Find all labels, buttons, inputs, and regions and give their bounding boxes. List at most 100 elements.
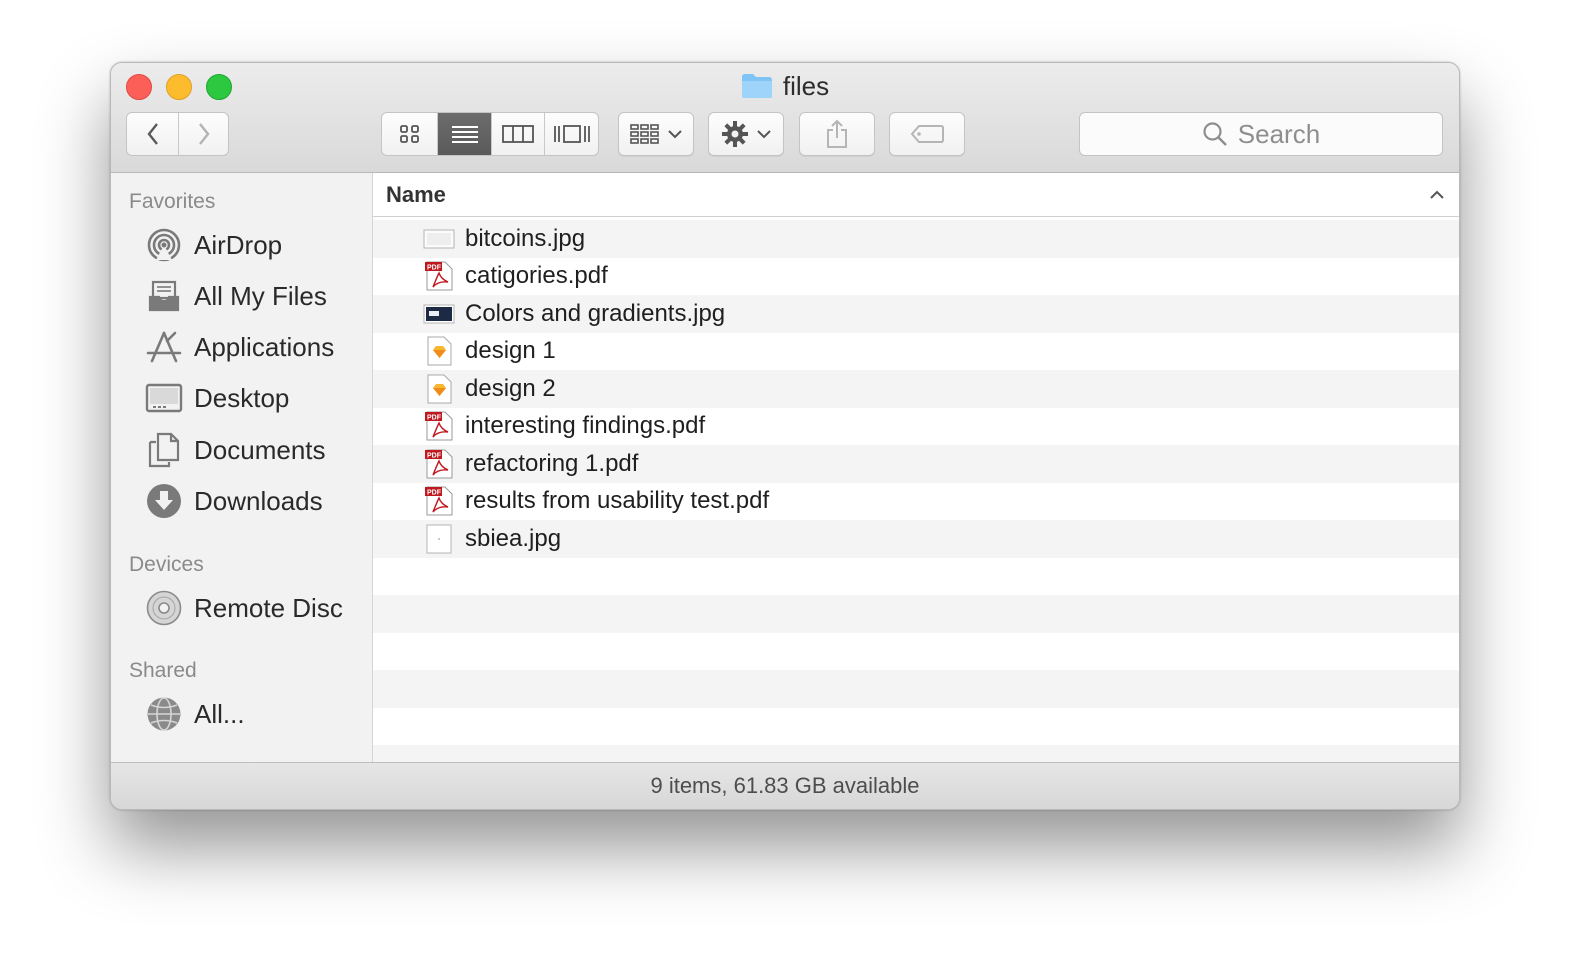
cover-flow-icon <box>553 125 590 143</box>
folder-icon <box>741 73 773 105</box>
sidebar-item-downloads[interactable]: Downloads <box>145 482 323 520</box>
sidebar-item-remote-disc[interactable]: Remote Disc <box>145 589 343 627</box>
empty-row <box>373 557 1459 595</box>
file-row[interactable]: design 1 <box>373 332 1459 370</box>
jpg-file-icon <box>423 524 455 554</box>
pdf-file-icon: PDF <box>423 486 455 516</box>
gear-icon <box>722 121 748 147</box>
file-row[interactable]: bitcoins.jpg <box>373 220 1459 258</box>
sidebar-item-all-shared[interactable]: All... <box>145 695 245 733</box>
file-row[interactable]: PDF interesting findings.pdf <box>373 407 1459 445</box>
list-view-button[interactable] <box>437 113 491 155</box>
cover-flow-view-button[interactable] <box>544 113 598 155</box>
file-row[interactable]: PDF catigories.pdf <box>373 257 1459 295</box>
sidebar-item-label: All My Files <box>194 280 327 311</box>
sidebar-item-label: Documents <box>194 434 326 465</box>
file-name: catigories.pdf <box>465 262 608 290</box>
favorites-header: Favorites <box>129 190 216 213</box>
sidebar-item-all-my-files[interactable]: All My Files <box>145 277 327 315</box>
file-name: Colors and gradients.jpg <box>465 299 726 327</box>
column-view-button[interactable] <box>490 113 545 155</box>
file-row[interactable]: PDF results from usability test.pdf <box>373 482 1459 520</box>
status-text: 9 items, 61.83 GB available <box>650 773 920 798</box>
sidebar-item-label: Downloads <box>194 485 323 516</box>
sidebar-item-label: Applications <box>194 331 335 362</box>
remote-disc-icon <box>145 589 183 627</box>
sidebar-item-label: Desktop <box>194 382 290 413</box>
column-header-label: Name <box>386 182 446 207</box>
titlebar: files Search <box>111 63 1459 173</box>
empty-row <box>373 707 1459 745</box>
action-button[interactable] <box>708 112 784 156</box>
nav-buttons <box>126 112 229 156</box>
all-my-files-icon <box>145 277 183 315</box>
devices-header: Devices <box>129 553 204 576</box>
file-name: interesting findings.pdf <box>465 412 706 440</box>
sketch-file-icon <box>423 336 455 366</box>
pdf-file-icon: PDF <box>423 261 455 291</box>
airdrop-icon <box>145 226 183 264</box>
window-title-text: files <box>782 71 830 101</box>
chevron-down-icon <box>668 130 682 139</box>
chevron-down-icon <box>757 130 771 139</box>
file-row[interactable]: design 2 <box>373 370 1459 408</box>
file-row[interactable]: sbiea.jpg <box>373 520 1459 558</box>
icon-view-button[interactable] <box>382 113 437 155</box>
grid-icon <box>399 125 419 143</box>
name-column-header[interactable]: Name <box>373 173 1459 217</box>
share-icon <box>827 119 847 148</box>
file-name: refactoring 1.pdf <box>465 449 639 477</box>
svg-text:PDF: PDF <box>427 265 442 272</box>
status-bar: 9 items, 61.83 GB available <box>111 762 1459 809</box>
columns-icon <box>502 125 535 143</box>
pdf-file-icon: PDF <box>423 411 455 441</box>
shared-header: Shared <box>129 659 197 682</box>
jpg-file-icon <box>423 299 455 329</box>
chevron-left-icon <box>147 123 158 145</box>
empty-row <box>373 670 1459 708</box>
sidebar-item-documents[interactable]: Documents <box>145 431 326 469</box>
desktop-icon <box>145 379 183 417</box>
file-name: bitcoins.jpg <box>465 224 586 252</box>
pdf-file-icon: PDF <box>423 449 455 479</box>
sketch-file-icon <box>423 374 455 404</box>
finder-window: files Search Favorites AirDrop All My Fi… <box>110 62 1460 810</box>
file-rows: bitcoins.jpg PDF catigories.pdf Colors a… <box>373 220 1459 783</box>
file-row[interactable]: Colors and gradients.jpg <box>373 295 1459 333</box>
back-button[interactable] <box>127 113 178 155</box>
empty-row <box>373 595 1459 633</box>
arrange-grid-icon <box>630 124 659 144</box>
downloads-icon <box>145 482 183 520</box>
sidebar-item-label: All... <box>194 698 245 729</box>
file-name: design 1 <box>465 337 556 365</box>
sidebar-item-label: Remote Disc <box>194 592 343 623</box>
tag-icon <box>910 125 944 143</box>
sidebar-item-label: AirDrop <box>194 229 283 260</box>
file-row[interactable]: PDF refactoring 1.pdf <box>373 445 1459 483</box>
arrange-button[interactable] <box>618 112 694 156</box>
sidebar: Favorites AirDrop All My Files Applicati… <box>111 173 373 763</box>
window-title: files <box>111 71 1459 105</box>
tags-button[interactable] <box>889 112 965 156</box>
file-name: design 2 <box>465 374 556 402</box>
file-name: results from usability test.pdf <box>465 487 770 515</box>
search-icon <box>1203 122 1227 146</box>
file-list: Name bitcoins.jpg PDF catigories.pdf Col… <box>373 173 1459 783</box>
sidebar-item-airdrop[interactable]: AirDrop <box>145 226 282 264</box>
chevron-right-icon <box>198 123 210 145</box>
search-field[interactable]: Search <box>1079 112 1443 156</box>
svg-text:PDF: PDF <box>427 452 442 459</box>
search-placeholder: Search <box>1237 118 1321 149</box>
network-icon <box>145 695 183 733</box>
jpg-file-icon <box>423 224 455 254</box>
sidebar-item-applications[interactable]: Applications <box>145 328 334 366</box>
view-mode-control <box>381 112 599 156</box>
applications-icon <box>145 328 183 366</box>
sidebar-item-desktop[interactable]: Desktop <box>145 379 289 417</box>
documents-icon <box>145 431 183 469</box>
svg-text:PDF: PDF <box>427 490 442 497</box>
share-button[interactable] <box>799 112 875 156</box>
forward-button[interactable] <box>178 113 228 155</box>
file-name: sbiea.jpg <box>465 524 562 552</box>
empty-row <box>373 632 1459 670</box>
